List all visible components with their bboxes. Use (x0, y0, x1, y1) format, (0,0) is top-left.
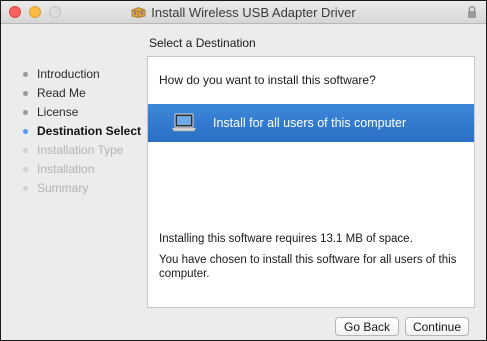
step-bullet-icon (23, 167, 28, 172)
steps-sidebar: Introduction Read Me License Destination… (1, 65, 147, 198)
install-for-all-users-option[interactable]: Install for all users of this computer (148, 104, 474, 142)
title-bar[interactable]: Install Wireless USB Adapter Driver (1, 1, 486, 24)
option-label: Install for all users of this computer (213, 116, 407, 130)
window-title: Install Wireless USB Adapter Driver (151, 4, 356, 20)
go-back-button[interactable]: Go Back (335, 317, 399, 336)
lock-icon (468, 5, 476, 18)
page-title: Select a Destination (149, 36, 256, 50)
step-summary: Summary (1, 179, 147, 198)
space-required-text: Installing this software requires 13.1 M… (159, 233, 413, 245)
destination-panel: How do you want to install this software… (147, 56, 475, 308)
step-bullet-icon (23, 72, 28, 77)
laptop-icon (171, 113, 197, 132)
step-installation-type: Installation Type (1, 141, 147, 160)
step-bullet-icon (23, 91, 28, 96)
step-bullet-icon (23, 129, 28, 134)
step-label: Read Me (37, 86, 86, 100)
step-bullet-icon (23, 148, 28, 153)
install-choice-text: You have chosen to install this software… (159, 254, 457, 280)
step-license: License (1, 103, 147, 122)
install-question: How do you want to install this software… (159, 73, 376, 87)
continue-button[interactable]: Continue (405, 317, 469, 336)
step-read-me: Read Me (1, 84, 147, 103)
step-label: Installation Type (37, 143, 124, 157)
step-label: License (37, 105, 79, 119)
step-label: Installation (37, 162, 95, 176)
step-introduction: Introduction (1, 65, 147, 84)
step-label: Summary (37, 181, 89, 195)
installer-window: Install Wireless USB Adapter Driver Sele… (0, 0, 487, 341)
step-destination-select: Destination Select (1, 122, 147, 141)
step-installation: Installation (1, 160, 147, 179)
step-bullet-icon (23, 186, 28, 191)
package-icon (131, 7, 146, 18)
step-label: Introduction (37, 67, 100, 81)
window-title-group: Install Wireless USB Adapter Driver (1, 1, 486, 23)
step-bullet-icon (23, 110, 28, 115)
step-label: Destination Select (37, 124, 142, 138)
